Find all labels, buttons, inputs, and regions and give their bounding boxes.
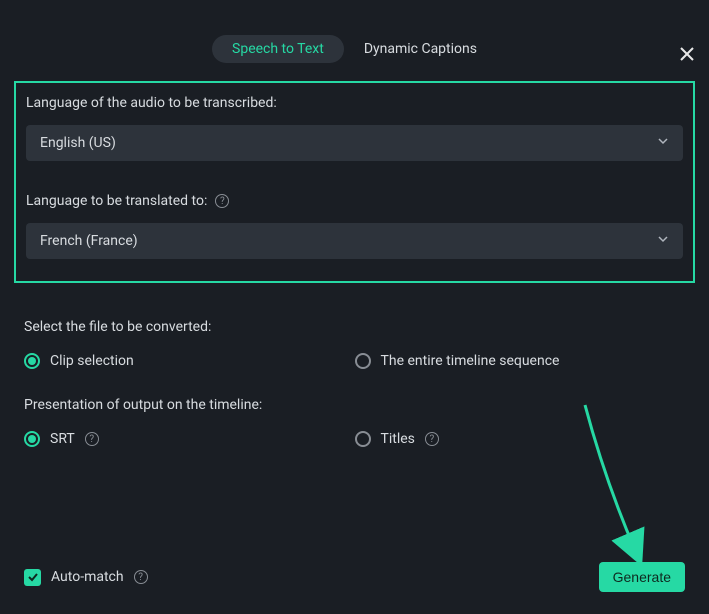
- radio-label: Clip selection: [50, 353, 134, 369]
- audio-language-value: English (US): [40, 135, 116, 151]
- bottom-bar: Auto-match ? Generate: [24, 562, 685, 592]
- help-icon[interactable]: ?: [425, 432, 439, 446]
- tab-bar: Speech to Text Dynamic Captions: [0, 35, 709, 63]
- radio-clip-selection[interactable]: Clip selection: [24, 353, 355, 369]
- radio-label: Titles: [381, 431, 415, 447]
- chevron-down-icon: [657, 135, 669, 151]
- translate-language-value: French (France): [40, 233, 138, 249]
- help-icon[interactable]: ?: [85, 432, 99, 446]
- translate-to-label: Language to be translated to: ?: [26, 193, 683, 209]
- tab-dynamic-captions[interactable]: Dynamic Captions: [344, 35, 497, 63]
- chevron-down-icon: [657, 233, 669, 249]
- options-section: Select the file to be converted: Clip se…: [0, 283, 709, 447]
- radio-titles[interactable]: Titles ?: [355, 431, 686, 447]
- radio-icon: [24, 353, 40, 369]
- checkbox-icon: [24, 569, 41, 586]
- select-file-label: Select the file to be converted:: [24, 319, 685, 335]
- help-icon[interactable]: ?: [215, 194, 229, 208]
- radio-icon: [355, 353, 371, 369]
- radio-srt[interactable]: SRT ?: [24, 431, 355, 447]
- language-settings-panel: Language of the audio to be transcribed:…: [14, 81, 695, 283]
- translate-language-select[interactable]: French (France): [26, 223, 683, 259]
- audio-language-select[interactable]: English (US): [26, 125, 683, 161]
- radio-entire-timeline[interactable]: The entire timeline sequence: [355, 353, 686, 369]
- tab-speech-to-text[interactable]: Speech to Text: [212, 35, 344, 63]
- radio-label: SRT: [50, 431, 75, 447]
- radio-label: The entire timeline sequence: [381, 353, 560, 369]
- help-icon[interactable]: ?: [134, 570, 148, 584]
- auto-match-label: Auto-match: [51, 569, 124, 585]
- audio-language-label: Language of the audio to be transcribed:: [26, 95, 683, 111]
- close-icon[interactable]: [679, 45, 695, 65]
- radio-icon: [24, 431, 40, 447]
- radio-icon: [355, 431, 371, 447]
- auto-match-checkbox[interactable]: Auto-match ?: [24, 569, 148, 586]
- generate-button[interactable]: Generate: [599, 562, 685, 592]
- presentation-label: Presentation of output on the timeline:: [24, 397, 685, 413]
